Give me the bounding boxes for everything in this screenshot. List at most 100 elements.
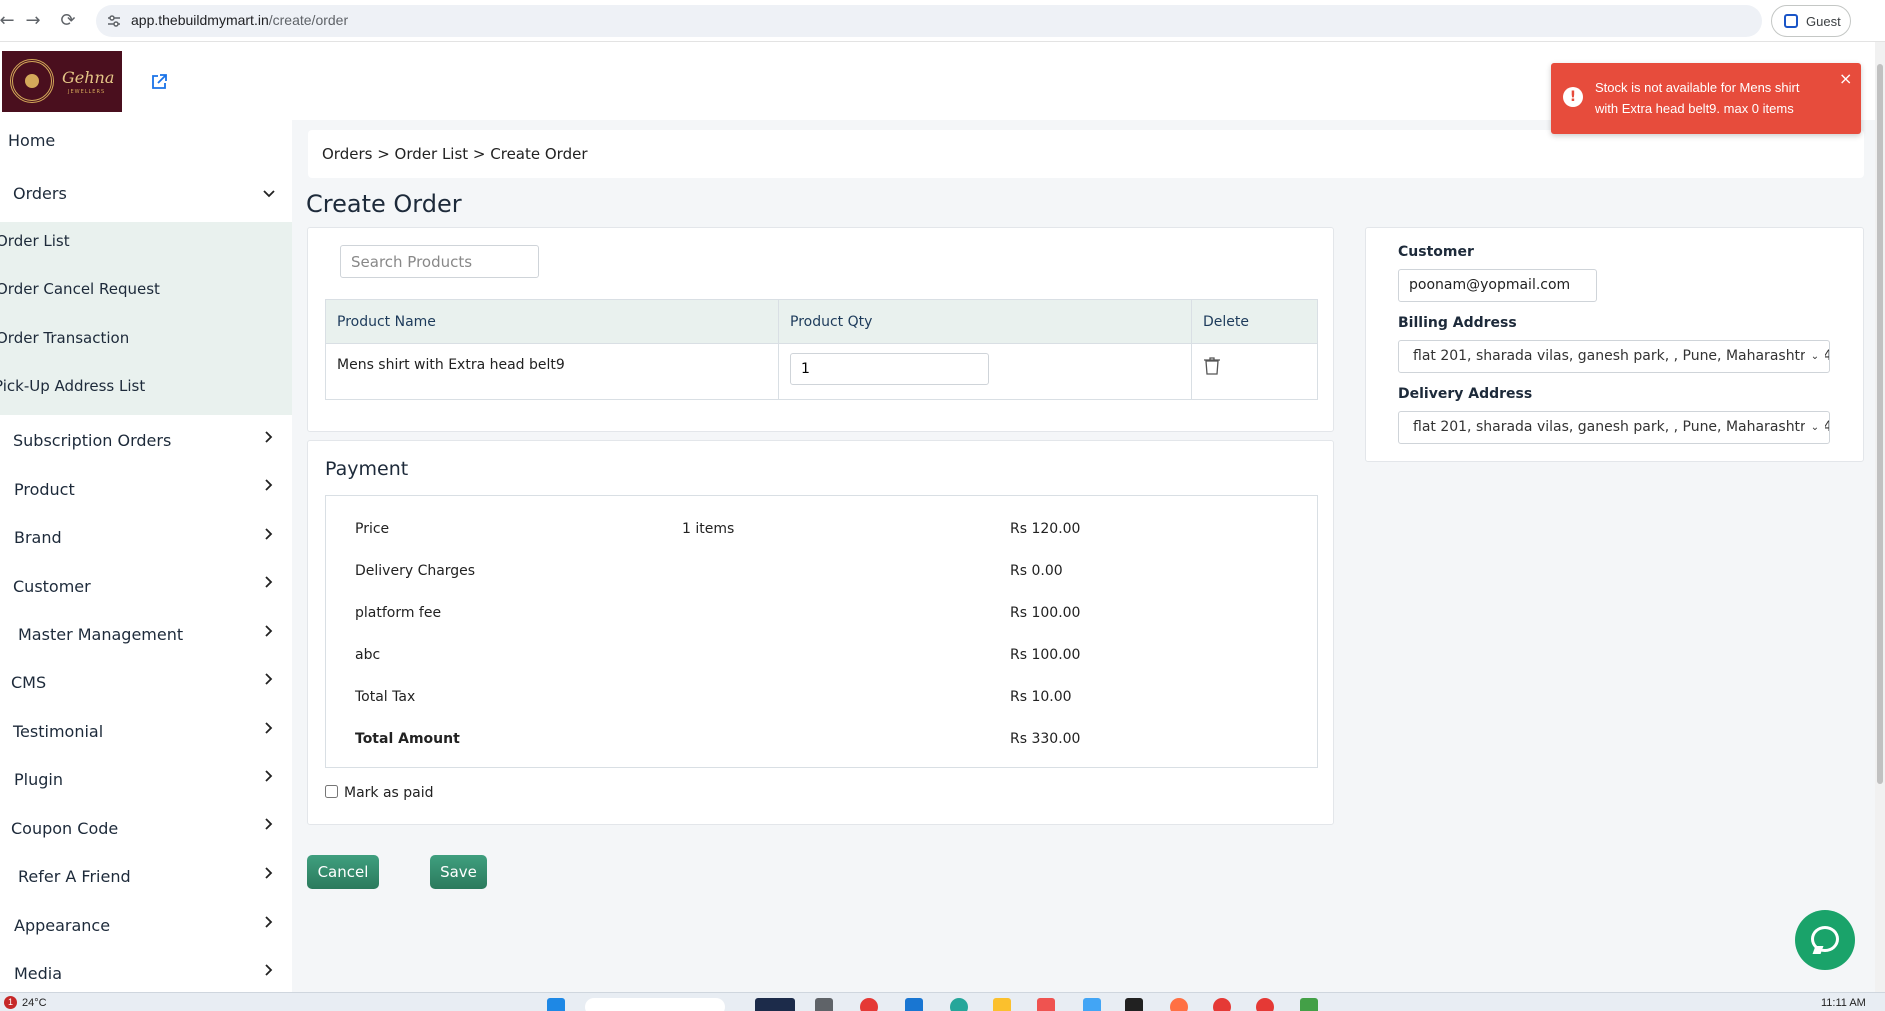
app-icon[interactable] <box>1170 998 1188 1011</box>
chevron-down-icon: ⌄ <box>1805 412 1825 443</box>
sidebar-item-appearance[interactable]: Appearance <box>14 916 110 935</box>
chevron-right-icon[interactable] <box>262 817 276 831</box>
sidebar-item-refer-a-friend[interactable]: Refer A Friend <box>18 867 131 886</box>
chevron-right-icon[interactable] <box>262 430 276 444</box>
toast-message: Stock is not available for Mens shirt wi… <box>1595 80 1800 116</box>
sidebar-item-testimonial[interactable]: Testimonial <box>13 722 103 741</box>
forward-icon[interactable]: → <box>20 8 46 34</box>
external-link-icon[interactable] <box>150 73 168 91</box>
vscode-icon[interactable] <box>905 998 923 1011</box>
chat-bubble-icon <box>1811 926 1839 952</box>
app-icon[interactable] <box>1037 998 1055 1011</box>
browser-toolbar: ← → ⟳ app.thebuildmymart.in/create/order… <box>0 0 1885 42</box>
reload-icon[interactable]: ⟳ <box>55 8 81 34</box>
sidebar-subitem-pickup-address-list[interactable]: Pick-Up Address List <box>0 377 145 395</box>
chevron-right-icon[interactable] <box>262 721 276 735</box>
file-explorer-icon[interactable] <box>993 998 1011 1011</box>
cancel-button[interactable]: Cancel <box>307 855 379 889</box>
column-header-product-qty: Product Qty <box>778 299 1192 344</box>
customer-card: Customer poonam@yopmail.com Billing Addr… <box>1365 227 1864 462</box>
site-info-icon[interactable] <box>106 13 122 29</box>
chevron-right-icon[interactable] <box>262 624 276 638</box>
mark-as-paid-checkbox[interactable] <box>325 785 338 798</box>
products-table: Product Name Product Qty Delete Mens shi… <box>325 299 1318 400</box>
payment-title: Payment <box>325 458 409 480</box>
sidebar-item-coupon-code[interactable]: Coupon Code <box>11 819 118 838</box>
logo-subtext: JEWELLERS <box>68 89 106 95</box>
page-scrollbar[interactable] <box>1875 42 1885 992</box>
scrollbar-thumb[interactable] <box>1877 64 1883 784</box>
profile-icon <box>1784 14 1798 28</box>
chat-widget-button[interactable] <box>1795 910 1855 970</box>
billing-address-label: Billing Address <box>1398 315 1517 331</box>
logo-emblem-icon <box>10 59 54 103</box>
payment-label: Delivery Charges <box>355 563 476 579</box>
customer-field[interactable]: poonam@yopmail.com <box>1398 269 1597 302</box>
calendar-icon[interactable] <box>1083 998 1101 1011</box>
chevron-right-icon[interactable] <box>262 963 276 977</box>
close-icon[interactable]: × <box>1839 69 1852 88</box>
search-products-input[interactable] <box>340 245 539 278</box>
chevron-right-icon[interactable] <box>262 769 276 783</box>
chevron-right-icon[interactable] <box>262 672 276 686</box>
sidebar-item-brand[interactable]: Brand <box>14 528 62 547</box>
chrome-icon[interactable] <box>860 998 878 1011</box>
payment-label: Price <box>355 521 390 537</box>
save-button[interactable]: Save <box>430 855 487 889</box>
column-header-delete: Delete <box>1191 299 1318 344</box>
sidebar-subitem-order-cancel-request[interactable]: Order Cancel Request <box>0 280 160 298</box>
chevron-right-icon[interactable] <box>262 478 276 492</box>
chevron-right-icon[interactable] <box>262 866 276 880</box>
sidebar-item-orders[interactable]: Orders <box>13 184 67 203</box>
chrome-icon[interactable] <box>1213 998 1231 1011</box>
trash-icon[interactable] <box>1203 356 1221 376</box>
mark-as-paid[interactable]: Mark as paid <box>325 785 434 801</box>
guest-profile-button[interactable]: Guest <box>1771 5 1851 37</box>
payment-row: Total Tax Rs 10.00 <box>355 689 1305 713</box>
error-toast: ! Stock is not available for Mens shirt … <box>1551 63 1861 134</box>
sidebar-item-master-management[interactable]: Master Management <box>18 625 183 644</box>
billing-address-select[interactable]: flat 201, sharada vilas, ganesh park, , … <box>1398 340 1830 373</box>
sidebar-subitem-order-transaction[interactable]: Order Transaction <box>0 329 129 347</box>
url-host: app.thebuildmymart.in <box>131 12 269 28</box>
logo-text: Gehna <box>62 68 115 87</box>
edge-icon[interactable] <box>950 998 968 1011</box>
payment-row: Delivery Charges Rs 0.00 <box>355 563 1305 587</box>
back-icon[interactable]: ← <box>0 8 20 34</box>
app-icon[interactable] <box>815 998 833 1011</box>
address-bar[interactable]: app.thebuildmymart.in/create/order <box>96 5 1762 37</box>
column-header-product-name: Product Name <box>325 299 779 344</box>
table-row: Mens shirt with Extra head belt9 <box>325 343 1318 400</box>
sidebar-subitem-order-list[interactable]: Order List <box>0 232 70 250</box>
product-qty-input[interactable] <box>790 353 989 385</box>
sidebar-item-subscription-orders[interactable]: Subscription Orders <box>13 431 171 450</box>
url-path: /create/order <box>268 12 349 28</box>
sidebar-item-home[interactable]: Home <box>8 131 55 150</box>
app-icon[interactable] <box>755 998 795 1011</box>
chevron-right-icon[interactable] <box>262 527 276 541</box>
app-icon[interactable] <box>1300 998 1318 1011</box>
brand-logo[interactable]: Gehna JEWELLERS <box>2 51 122 112</box>
notification-badge: 1 <box>4 996 17 1009</box>
orders-submenu: Order List Order Cancel Request Order Tr… <box>0 222 292 415</box>
sidebar-item-plugin[interactable]: Plugin <box>14 770 63 789</box>
taskbar-search-icon[interactable] <box>585 998 725 1011</box>
sidebar-item-product[interactable]: Product <box>14 480 75 499</box>
billing-address-value: flat 201, sharada vilas, ganesh park, , … <box>1413 348 1829 364</box>
taskbar-clock[interactable]: 11:11 AM <box>1821 997 1866 1009</box>
windows-start-icon[interactable] <box>547 998 565 1011</box>
payment-amount: Rs 0.00 <box>1010 563 1063 579</box>
sidebar-item-customer[interactable]: Customer <box>13 577 91 596</box>
terminal-icon[interactable] <box>1125 998 1143 1011</box>
chrome-icon[interactable] <box>1256 998 1274 1011</box>
sidebar-item-media[interactable]: Media <box>14 964 62 983</box>
chevron-down-icon[interactable] <box>262 187 276 201</box>
product-qty-cell <box>778 343 1192 400</box>
chevron-right-icon[interactable] <box>262 575 276 589</box>
chevron-right-icon[interactable] <box>262 915 276 929</box>
weather-widget[interactable]: 24°C <box>22 997 47 1009</box>
breadcrumb[interactable]: Orders > Order List > Create Order <box>322 145 588 163</box>
sidebar-item-cms[interactable]: CMS <box>11 673 46 692</box>
customer-label: Customer <box>1398 244 1474 260</box>
delivery-address-select[interactable]: flat 201, sharada vilas, ganesh park, , … <box>1398 411 1830 444</box>
